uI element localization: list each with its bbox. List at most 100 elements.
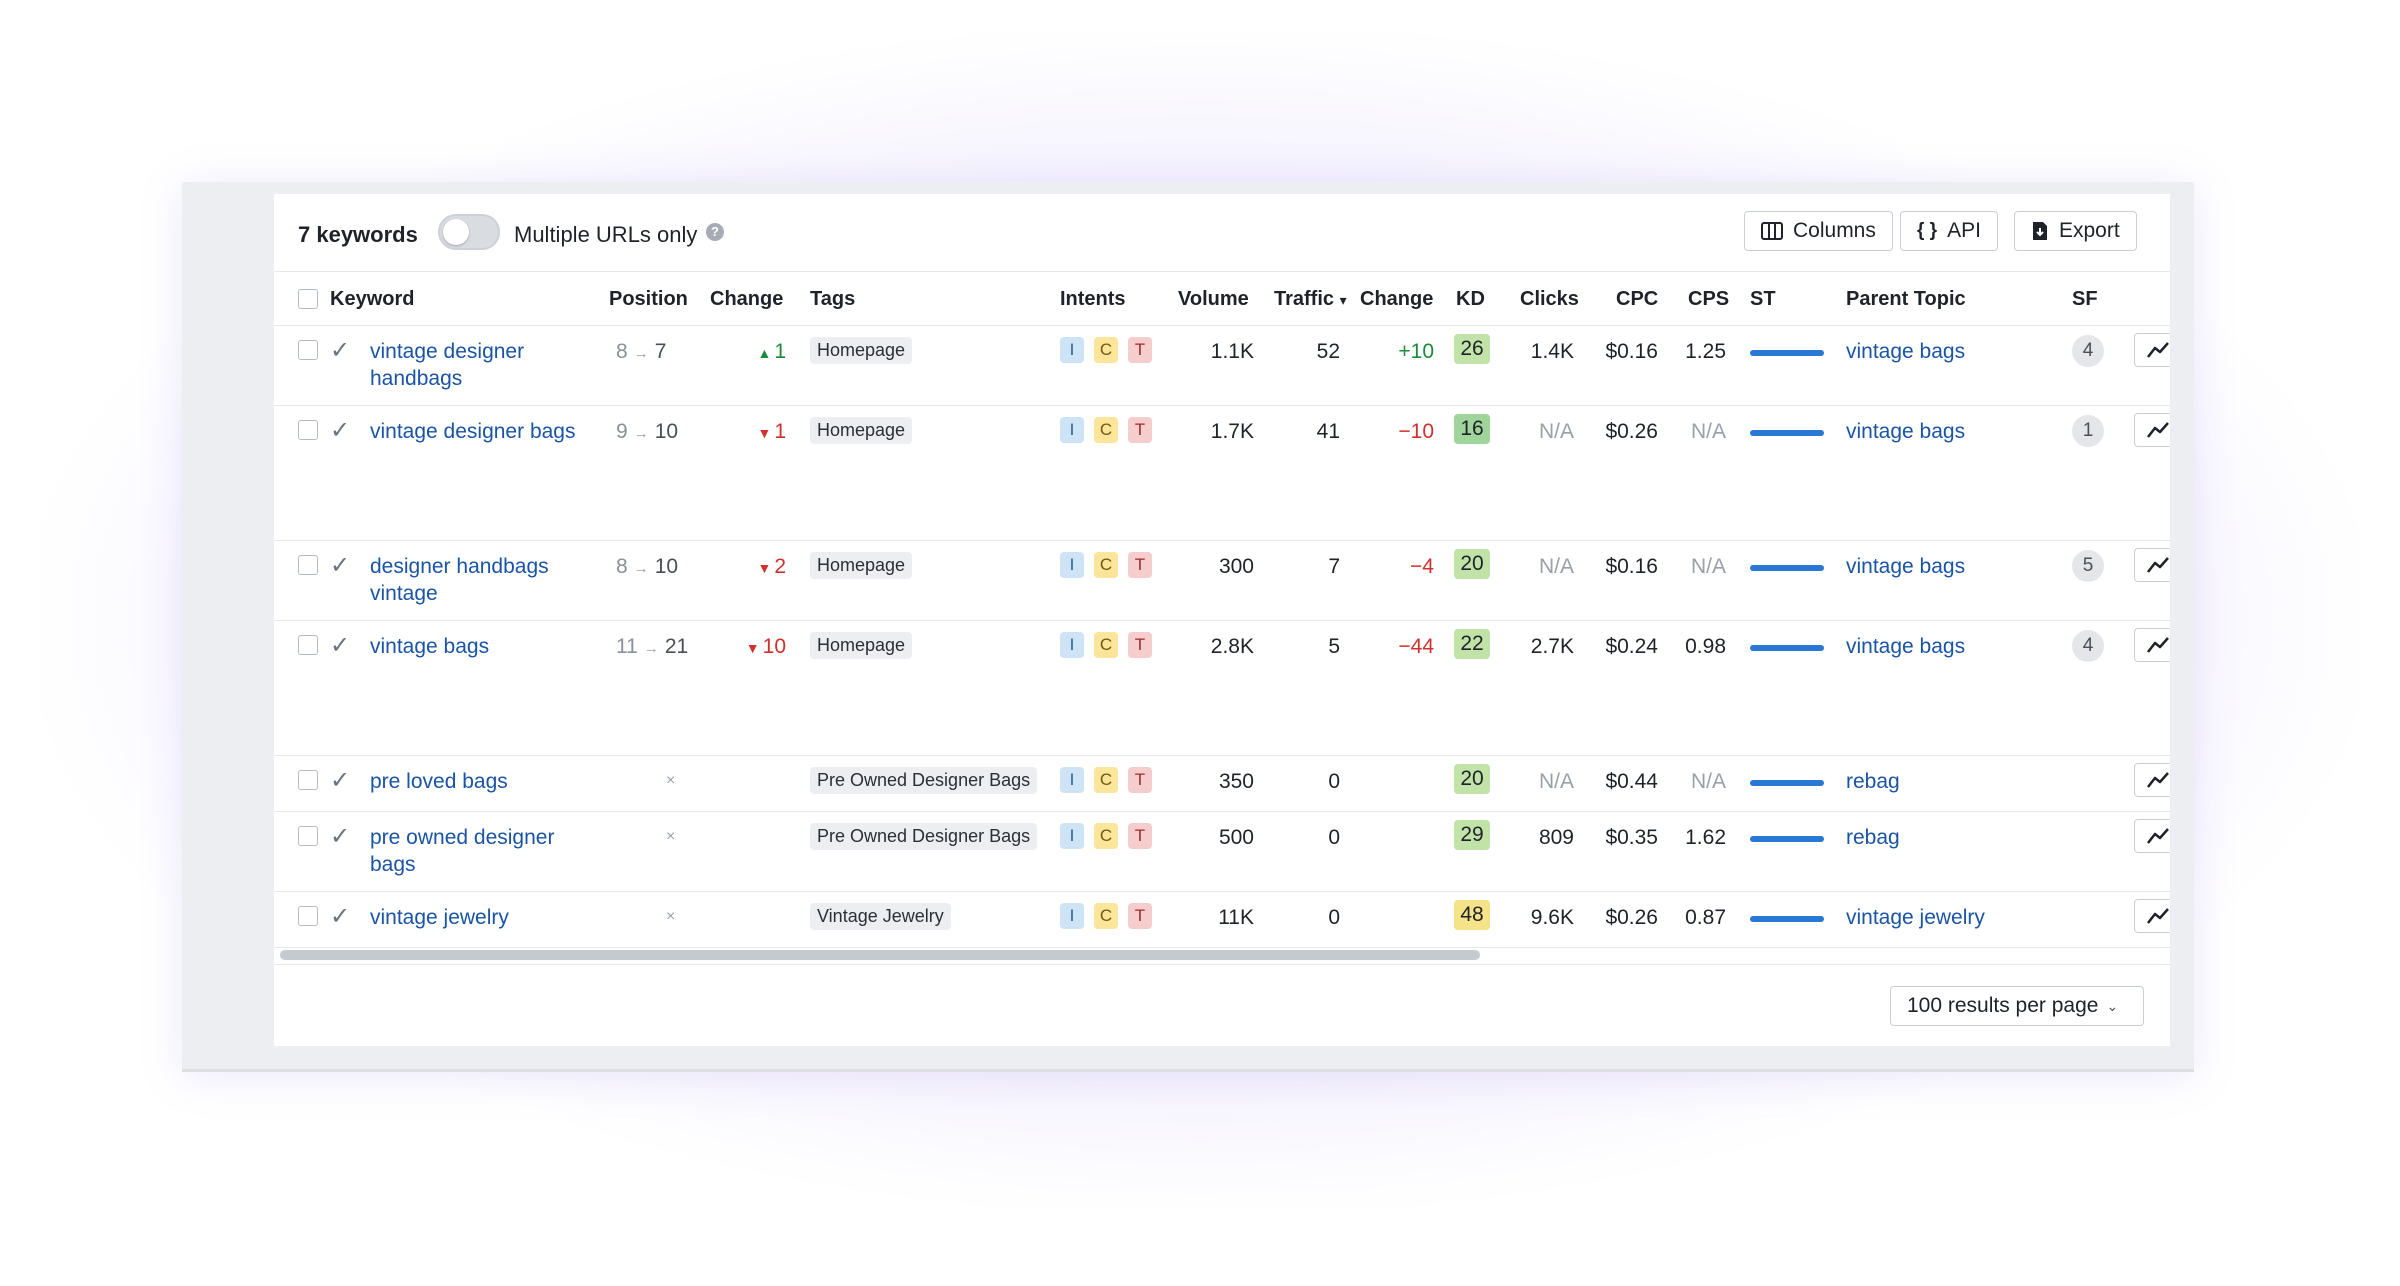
parent-topic-link[interactable]: vintage bags — [1846, 420, 1965, 444]
serp-trend-bar — [1750, 430, 1824, 436]
keyword-link[interactable]: pre owned designer bags — [370, 824, 580, 878]
table-row: ✓ pre owned designer bags × Pre Owned Desig… — [274, 812, 2170, 892]
keyword-link[interactable]: designer handbags vintage — [370, 553, 580, 607]
kd-badge: 26 — [1454, 334, 1490, 364]
keyword-link[interactable]: vintage designer handbags — [370, 338, 580, 392]
trend-chart-button[interactable] — [2134, 628, 2170, 662]
row-checkbox[interactable] — [298, 826, 318, 846]
serp-features-count[interactable]: 1 — [2072, 415, 2104, 447]
parent-topic-link[interactable]: vintage jewelry — [1846, 906, 1985, 930]
tag-badge[interactable]: Homepage — [810, 337, 913, 364]
row-checkbox[interactable] — [298, 770, 318, 790]
volume-value: 2.8K — [1210, 635, 1254, 658]
arrow-right-icon: → — [643, 640, 659, 657]
serp-features-count[interactable]: 4 — [2072, 630, 2104, 662]
serp-features-count[interactable]: 4 — [2072, 335, 2104, 367]
tag-badge[interactable]: Pre Owned Designer Bags — [810, 823, 1038, 850]
columns-button[interactable]: Columns — [1744, 211, 1893, 251]
intent-c-badge: C — [1094, 417, 1118, 443]
cpc-value: $0.24 — [1605, 635, 1658, 658]
position-to: 21 — [664, 635, 689, 658]
col-volume[interactable]: Volume — [1178, 288, 1249, 311]
keyword-link[interactable]: vintage designer bags — [370, 418, 580, 445]
col-clicks[interactable]: Clicks — [1520, 288, 1579, 311]
braces-icon: { } — [1917, 220, 1938, 241]
serp-trend-bar — [1750, 645, 1824, 651]
col-st[interactable]: ST — [1750, 288, 1776, 311]
triangle-down-icon: ▼ — [757, 425, 772, 441]
position-to: 7 — [654, 340, 667, 363]
parent-topic-link[interactable]: vintage bags — [1846, 635, 1965, 659]
export-button[interactable]: Export — [2014, 211, 2137, 251]
trend-chart-button[interactable] — [2134, 819, 2170, 853]
row-checkbox[interactable] — [298, 635, 318, 655]
cps-value: 0.98 — [1685, 635, 1726, 658]
col-change[interactable]: Change — [710, 288, 783, 311]
volume-value: 300 — [1218, 555, 1254, 578]
multiple-urls-toggle[interactable] — [438, 214, 500, 250]
trend-chart-button[interactable] — [2134, 899, 2170, 933]
clicks-value: N/A — [1538, 770, 1574, 793]
intent-t-badge: T — [1128, 767, 1152, 793]
toolbar: 7 keywords Multiple URLs only ? Columns … — [274, 194, 2170, 272]
row-checkbox[interactable] — [298, 906, 318, 926]
horizontal-scrollbar[interactable] — [280, 950, 1480, 960]
parent-topic-link[interactable]: vintage bags — [1846, 340, 1965, 364]
results-per-page-select[interactable]: 100 results per page ⌄ — [1890, 986, 2144, 1026]
app-frame: 7 keywords Multiple URLs only ? Columns … — [182, 182, 2194, 1072]
col-kd[interactable]: KD — [1456, 288, 1485, 311]
clicks-value: N/A — [1538, 420, 1574, 443]
position-none: × — [666, 828, 676, 845]
api-button[interactable]: { } API — [1900, 211, 1998, 251]
trend-chart-button[interactable] — [2134, 333, 2170, 367]
col-intents[interactable]: Intents — [1060, 288, 1126, 311]
tag-badge[interactable]: Homepage — [810, 417, 913, 444]
col-sf[interactable]: SF — [2072, 288, 2098, 311]
tag-badge[interactable]: Pre Owned Designer Bags — [810, 767, 1038, 794]
traffic-value: 41 — [1316, 420, 1340, 443]
position-from: 8 — [616, 340, 628, 363]
col-keyword[interactable]: Keyword — [330, 288, 414, 311]
cps-value: 1.62 — [1685, 826, 1726, 849]
multiple-urls-label: Multiple URLs only — [514, 222, 698, 247]
keyword-link[interactable]: vintage jewelry — [370, 904, 580, 931]
position-none: × — [666, 908, 676, 925]
col-traffic[interactable]: Traffic ▾ — [1274, 288, 1347, 311]
checkmark-icon: ✓ — [330, 552, 351, 579]
col-cpc[interactable]: CPC — [1616, 288, 1658, 311]
parent-topic-link[interactable]: vintage bags — [1846, 555, 1965, 579]
col-tags[interactable]: Tags — [810, 288, 855, 311]
col-traffic-change[interactable]: Change — [1360, 288, 1433, 311]
position-delta-value: 1 — [774, 340, 786, 363]
row-checkbox[interactable] — [298, 555, 318, 575]
col-cps[interactable]: CPS — [1688, 288, 1729, 311]
help-icon[interactable]: ? — [706, 223, 724, 241]
triangle-up-icon: ▲ — [757, 345, 772, 361]
keyword-link[interactable]: vintage bags — [370, 633, 580, 660]
select-all-checkbox[interactable] — [298, 289, 318, 309]
keyword-link[interactable]: pre loved bags — [370, 768, 580, 795]
trend-chart-button[interactable] — [2134, 413, 2170, 447]
cpc-value: $0.16 — [1605, 340, 1658, 363]
trend-icon — [2147, 908, 2169, 924]
table-row: ✓ designer handbags vintage 8 → 10 ▼ 2 Homepage… — [274, 541, 2170, 621]
api-label: API — [1947, 219, 1981, 242]
clicks-value: N/A — [1538, 555, 1574, 578]
position-delta: ▲ 1 — [757, 340, 786, 364]
keywords-panel: 7 keywords Multiple URLs only ? Columns … — [274, 194, 2170, 1046]
col-position[interactable]: Position — [609, 288, 688, 311]
row-checkbox[interactable] — [298, 420, 318, 440]
row-checkbox[interactable] — [298, 340, 318, 360]
table-row: ✓ pre loved bags × Pre Owned Designer Bags I… — [274, 756, 2170, 812]
parent-topic-link[interactable]: rebag — [1846, 770, 1900, 794]
cpc-value: $0.26 — [1605, 906, 1658, 929]
trend-chart-button[interactable] — [2134, 763, 2170, 797]
col-parent-topic[interactable]: Parent Topic — [1846, 288, 1966, 311]
trend-chart-button[interactable] — [2134, 548, 2170, 582]
tag-badge[interactable]: Homepage — [810, 552, 913, 579]
serp-features-count[interactable]: 5 — [2072, 550, 2104, 582]
cpc-value: $0.44 — [1605, 770, 1658, 793]
tag-badge[interactable]: Vintage Jewelry — [810, 903, 951, 930]
tag-badge[interactable]: Homepage — [810, 632, 913, 659]
parent-topic-link[interactable]: rebag — [1846, 826, 1900, 850]
